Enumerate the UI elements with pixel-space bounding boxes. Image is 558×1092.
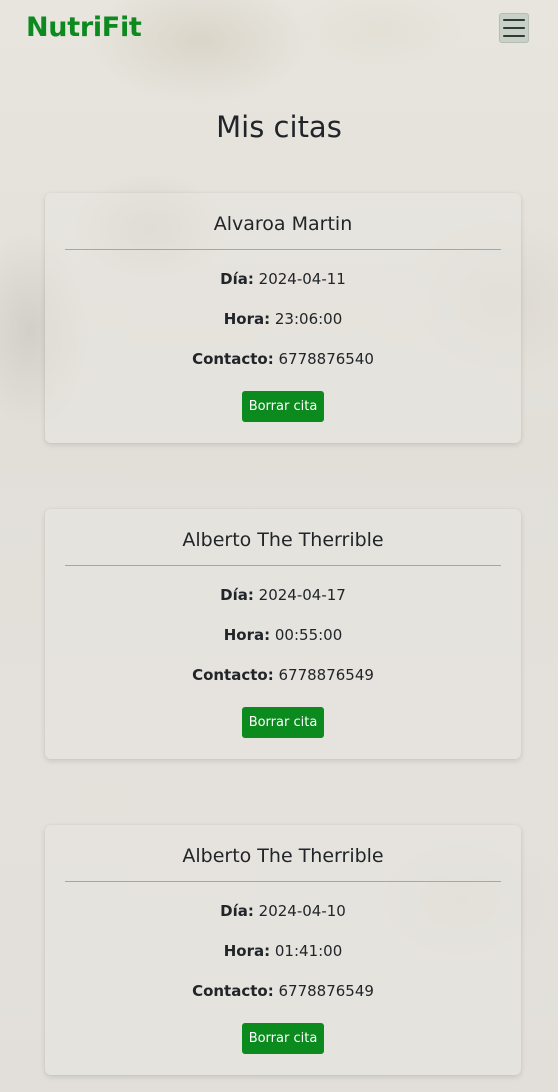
delete-appointment-button[interactable]: Borrar cita (242, 391, 324, 422)
hamburger-line (503, 19, 525, 21)
hamburger-line (503, 27, 525, 29)
contact-value: 6778876549 (278, 982, 374, 1000)
contact-value: 6778876549 (278, 666, 374, 684)
time-label: Hora: (223, 942, 271, 960)
brand-logo[interactable]: NutriFit (26, 12, 142, 43)
appointment-contact: Contacto: 6778876549 (45, 666, 521, 684)
appointment-contact: Contacto: 6778876549 (45, 982, 521, 1000)
time-label: Hora: (223, 310, 271, 328)
contact-label: Contacto: (192, 982, 274, 1000)
appointment-card: Alvaroa Martin Día: 2024-04-11 Hora: 23:… (45, 193, 521, 443)
patient-name: Alberto The Therrible (182, 845, 384, 867)
card-divider (65, 881, 501, 882)
appointment-time: Hora: 23:06:00 (45, 310, 521, 328)
contact-label: Contacto: (192, 666, 274, 684)
page-title: Mis citas (216, 110, 342, 144)
card-divider (65, 565, 501, 566)
delete-appointment-button[interactable]: Borrar cita (242, 707, 324, 738)
time-value: 00:55:00 (274, 626, 343, 644)
hamburger-menu-icon[interactable] (499, 13, 529, 43)
appointment-date: Día: 2024-04-10 (45, 902, 521, 920)
appointment-card: Alberto The Therrible Día: 2024-04-10 Ho… (45, 825, 521, 1075)
time-value: 23:06:00 (274, 310, 343, 328)
date-label: Día: (220, 270, 254, 288)
appointment-time: Hora: 01:41:00 (45, 942, 521, 960)
date-value: 2024-04-10 (258, 902, 346, 920)
appointment-date: Día: 2024-04-11 (45, 270, 521, 288)
time-value: 01:41:00 (274, 942, 343, 960)
appointment-card: Alberto The Therrible Día: 2024-04-17 Ho… (45, 509, 521, 759)
delete-appointment-button[interactable]: Borrar cita (242, 1023, 324, 1054)
appointment-contact: Contacto: 6778876540 (45, 350, 521, 368)
appointment-time: Hora: 00:55:00 (45, 626, 521, 644)
contact-label: Contacto: (192, 350, 274, 368)
contact-value: 6778876540 (278, 350, 374, 368)
patient-name: Alvaroa Martin (213, 213, 353, 235)
appointment-date: Día: 2024-04-17 (45, 586, 521, 604)
card-divider (65, 249, 501, 250)
date-value: 2024-04-17 (258, 586, 346, 604)
navbar: NutriFit (0, 0, 558, 58)
time-label: Hora: (223, 626, 271, 644)
patient-name: Alberto The Therrible (182, 529, 384, 551)
hamburger-line (503, 35, 525, 37)
date-label: Día: (220, 586, 254, 604)
date-value: 2024-04-11 (258, 270, 346, 288)
date-label: Día: (220, 902, 254, 920)
